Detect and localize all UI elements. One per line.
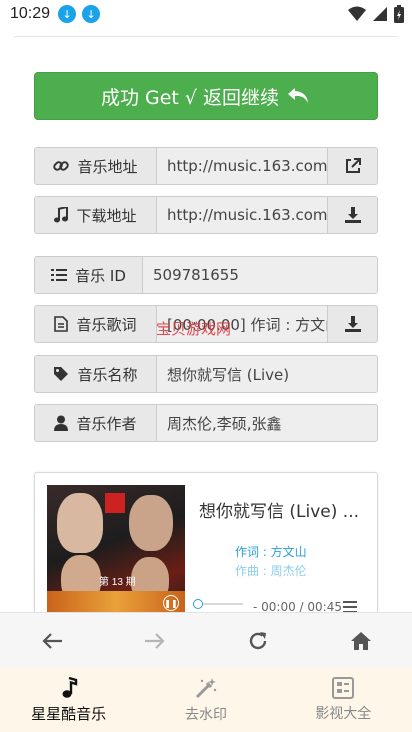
status-icons bbox=[348, 5, 404, 23]
music-name-label: 音乐名称 bbox=[35, 356, 157, 392]
lyrics-row: 音乐歌词 [00:00.00] 作词 : 方文山 bbox=[34, 305, 378, 343]
lyrics-label: 音乐歌词 bbox=[35, 306, 157, 342]
music-id-field[interactable]: 509781655 bbox=[143, 257, 377, 293]
refresh-button[interactable] bbox=[228, 621, 288, 661]
status-time: 10:29 bbox=[10, 5, 51, 22]
music-id-row: 音乐 ID 509781655 bbox=[34, 256, 378, 294]
grid-card-icon bbox=[332, 677, 355, 699]
user-icon bbox=[54, 415, 69, 431]
music-id-label: 音乐 ID bbox=[35, 257, 143, 293]
lyrics-field[interactable]: [00:00.00] 作词 : 方文山 bbox=[157, 306, 327, 342]
download-url-label: 下载地址 bbox=[35, 197, 157, 233]
album-cover: 第 13 期 ❚❚ bbox=[47, 485, 185, 612]
progress-knob[interactable] bbox=[193, 599, 203, 609]
success-button-label: 成功 Get √ 返回继续 bbox=[100, 86, 280, 109]
tab-music-label: 星星酷音乐 bbox=[31, 704, 107, 723]
music-author-row: 音乐作者 周杰伦,李硕,张鑫 bbox=[34, 404, 378, 442]
music-name-field[interactable]: 想你就写信 (Live) bbox=[157, 356, 377, 392]
download-lyrics-button[interactable] bbox=[327, 306, 377, 342]
tag-icon bbox=[54, 367, 69, 381]
player-lyric-current: 作词 : 方文山 bbox=[235, 545, 307, 559]
document-icon bbox=[54, 316, 69, 332]
pause-button[interactable]: ❚❚ bbox=[163, 595, 179, 611]
bottom-tab-bar: 星星酷音乐 去水印 影视大全 bbox=[0, 668, 412, 732]
arrow-left-icon bbox=[41, 632, 62, 649]
download-url-field[interactable]: http://music.163.com/song/media/outer/ur… bbox=[157, 197, 327, 233]
wifi-icon bbox=[348, 6, 366, 21]
download-notification-icon-2: ↓ bbox=[82, 5, 101, 23]
playlist-menu-icon[interactable] bbox=[343, 601, 357, 612]
player-lyric-next: 作曲 : 周杰伦 bbox=[235, 564, 307, 578]
open-link-button[interactable] bbox=[327, 148, 377, 184]
top-divider bbox=[14, 36, 398, 37]
home-button[interactable] bbox=[331, 621, 391, 661]
signal-icon bbox=[373, 7, 387, 21]
music-url-row: 音乐地址 http://music.163.com/song/media/out… bbox=[34, 147, 378, 185]
music-player-card: 第 13 期 ❚❚ 想你就写信 (Live) ... 作词 : 方文山 作曲 :… bbox=[34, 472, 378, 612]
external-link-icon bbox=[345, 158, 361, 173]
arrow-right-icon bbox=[144, 632, 165, 649]
magic-wand-icon bbox=[195, 678, 217, 699]
player-song-title: 想你就写信 (Live) ... bbox=[199, 502, 359, 522]
music-icon bbox=[54, 207, 69, 223]
music-note-icon bbox=[62, 676, 77, 698]
download-notification-icon: ↓ bbox=[58, 5, 77, 23]
link-icon bbox=[53, 161, 70, 171]
refresh-icon bbox=[249, 631, 266, 649]
tab-movies[interactable]: 影视大全 bbox=[275, 668, 412, 732]
download-icon bbox=[344, 316, 361, 332]
download-icon bbox=[344, 207, 361, 223]
music-author-label: 音乐作者 bbox=[35, 405, 157, 441]
tab-movies-label: 影视大全 bbox=[315, 706, 372, 722]
return-arrow-icon bbox=[288, 88, 309, 103]
tab-remove-watermark-label: 去水印 bbox=[184, 707, 227, 723]
download-button[interactable] bbox=[327, 197, 377, 233]
status-bar: 10:29 ↓ ↓ bbox=[0, 0, 412, 28]
forward-button[interactable] bbox=[125, 621, 185, 661]
home-icon bbox=[350, 631, 371, 650]
player-time: - 00:00 / 00:45 bbox=[253, 600, 342, 612]
success-return-button[interactable]: 成功 Get √ 返回继续 bbox=[34, 72, 378, 120]
browser-nav-bar bbox=[0, 612, 412, 668]
download-url-row: 下载地址 http://music.163.com/song/media/out… bbox=[34, 196, 378, 234]
cover-episode-label: 第 13 期 bbox=[99, 577, 136, 588]
music-name-row: 音乐名称 想你就写信 (Live) bbox=[34, 355, 378, 393]
battery-icon bbox=[394, 5, 404, 23]
list-icon bbox=[51, 269, 68, 281]
music-url-field[interactable]: http://music.163.com/song/media/outer/ur… bbox=[157, 148, 327, 184]
music-author-field[interactable]: 周杰伦,李硕,张鑫 bbox=[157, 405, 377, 441]
music-url-label: 音乐地址 bbox=[35, 148, 157, 184]
tab-remove-watermark[interactable]: 去水印 bbox=[137, 668, 274, 732]
back-button[interactable] bbox=[22, 621, 82, 661]
tab-music[interactable]: 星星酷音乐 bbox=[0, 668, 137, 732]
